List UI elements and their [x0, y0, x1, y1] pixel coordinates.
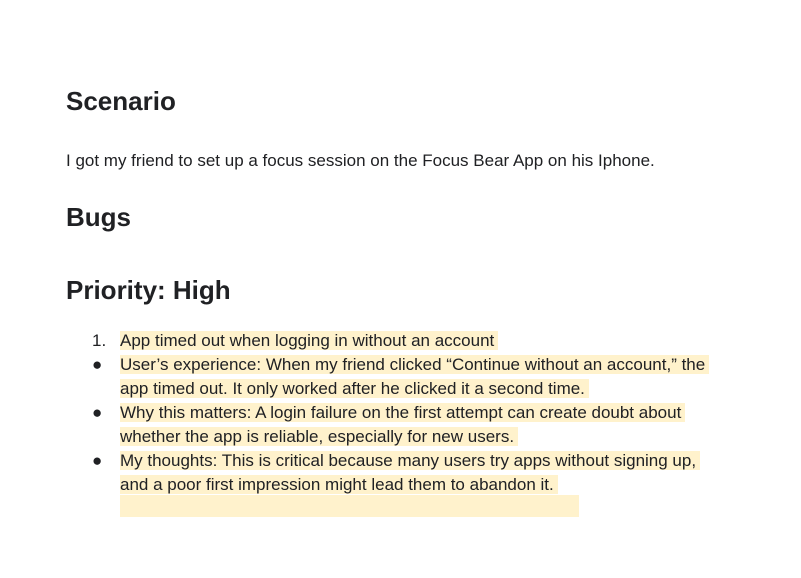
thoughts-line-1: My thoughts: This is critical because ma… [120, 451, 701, 470]
why-matters-line-2: whether the app is reliable, especially … [120, 427, 519, 446]
scenario-heading: Scenario [66, 86, 176, 116]
bullet-icon: ● [92, 403, 103, 422]
thoughts-line-2: and a poor first impression might lead t… [120, 475, 558, 494]
list-number: 1. [92, 331, 107, 350]
priority-heading: Priority: High [66, 275, 231, 305]
bugs-heading: Bugs [66, 202, 131, 232]
bullet-icon: ● [92, 451, 103, 470]
highlight-tail [66, 495, 709, 517]
why-matters-line-1: Why this matters: A login failure on the… [120, 403, 686, 422]
list-item: ● User’s experience: When my friend clic… [66, 353, 710, 401]
bug-title: App timed out when logging in without an… [120, 331, 499, 350]
user-experience-line-2: app timed out. It only worked after he c… [120, 379, 589, 398]
list-item: 1. App timed out when logging in without… [66, 329, 709, 353]
user-experience-line-1: User’s experience: When my friend clicke… [120, 355, 710, 374]
bug-list: 1. App timed out when logging in without… [66, 329, 710, 517]
scenario-text: I got my friend to set up a focus sessio… [66, 151, 655, 170]
list-item: ● My thoughts: This is critical because … [66, 449, 709, 497]
bullet-icon: ● [92, 355, 103, 374]
list-item: ● Why this matters: A login failure on t… [66, 401, 709, 449]
